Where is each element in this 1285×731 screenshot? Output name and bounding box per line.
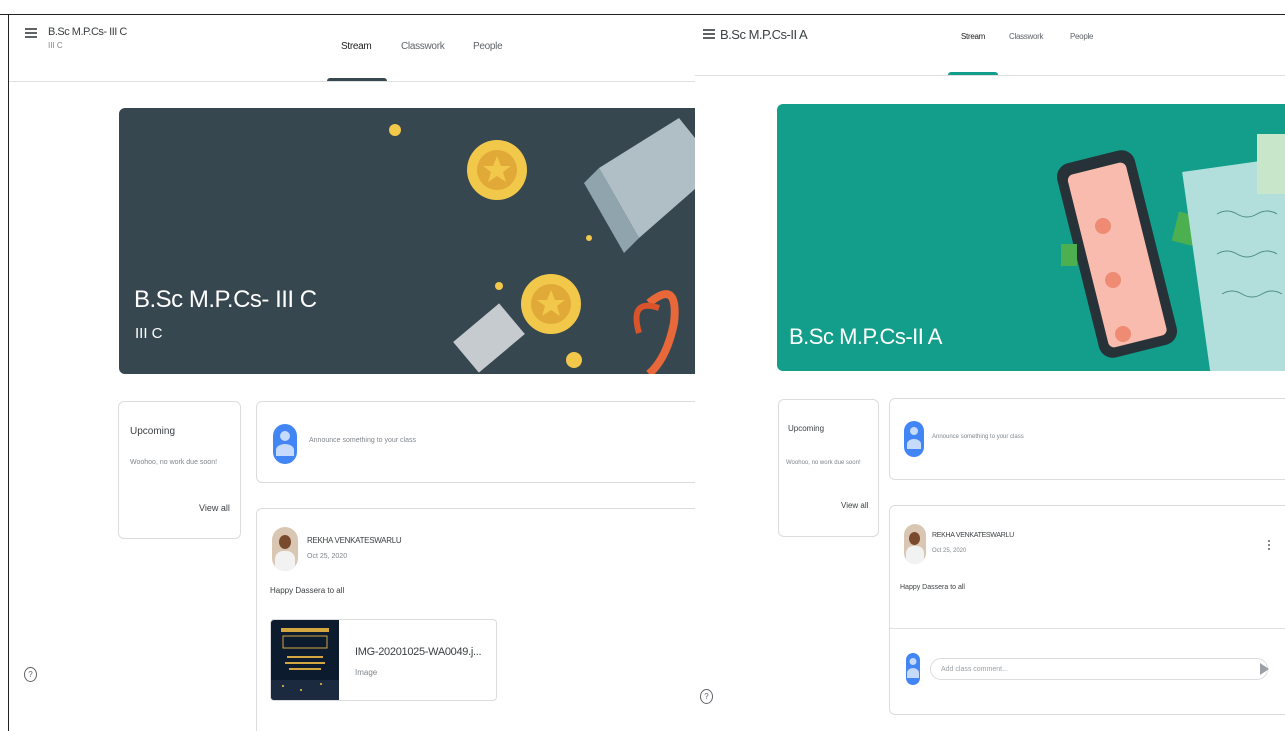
post-date: Oct 25, 2020 xyxy=(932,548,967,554)
tab-stream[interactable]: Stream xyxy=(341,41,372,52)
announce-placeholder: Announce something to your class xyxy=(309,437,417,444)
active-tab-indicator xyxy=(948,72,998,75)
class-title[interactable]: B.Sc M.P.Cs-II A xyxy=(720,27,808,42)
active-tab-indicator xyxy=(327,78,387,81)
top-app-bar: B.Sc M.P.Cs-II A Stream Classwork People xyxy=(695,15,1285,76)
post-author: REKHA VENKATESWARLU xyxy=(932,532,1014,539)
banner-illustration xyxy=(389,118,695,374)
banner-title[interactable]: B.Sc M.P.Cs-II A xyxy=(789,324,942,350)
comment-input[interactable]: Add class comment... xyxy=(930,658,1268,680)
class-banner: B.Sc M.P.Cs- III C III C xyxy=(119,108,695,374)
comment-section: Add class comment... xyxy=(890,628,1285,715)
view-all-link[interactable]: View all xyxy=(199,503,230,513)
tab-classwork[interactable]: Classwork xyxy=(1009,32,1044,41)
upcoming-title: Upcoming xyxy=(788,424,825,433)
author-avatar xyxy=(904,524,926,564)
stream-post: REKHA VENKATESWARLU Oct 25, 2020 Happy D… xyxy=(256,508,695,731)
announce-placeholder: Announce something to your class xyxy=(932,434,1024,440)
send-icon[interactable] xyxy=(1260,663,1269,675)
post-text: Happy Dassera to all xyxy=(270,586,345,595)
class-section: III C xyxy=(48,41,63,50)
author-avatar xyxy=(272,527,298,571)
help-icon[interactable]: ? xyxy=(24,667,37,682)
upcoming-card: Upcoming Woohoo, no work due soon! View … xyxy=(118,401,241,539)
tab-classwork[interactable]: Classwork xyxy=(401,41,445,52)
hamburger-menu-icon[interactable] xyxy=(703,29,715,39)
banner-subtitle: III C xyxy=(135,325,163,342)
attachment-thumbnail xyxy=(271,620,339,700)
attachment-name: IMG-20201025-WA0049.j... xyxy=(355,646,482,658)
attachment-type: Image xyxy=(355,668,378,677)
announce-box[interactable]: Announce something to your class xyxy=(889,398,1285,480)
classroom-window-right: B.Sc M.P.Cs-II A Stream Classwork People… xyxy=(695,15,1285,731)
banner-title[interactable]: B.Sc M.P.Cs- III C xyxy=(134,286,317,314)
upcoming-card: Upcoming Woohoo, no work due soon! View … xyxy=(778,399,879,537)
user-avatar-icon xyxy=(904,421,924,457)
announce-box[interactable]: Announce something to your class xyxy=(256,401,695,483)
post-author: REKHA VENKATESWARLU xyxy=(307,536,402,545)
attachment-card[interactable]: IMG-20201025-WA0049.j... Image xyxy=(270,619,497,701)
more-options-icon[interactable] xyxy=(1268,540,1271,552)
class-title[interactable]: B.Sc M.P.Cs- III C xyxy=(48,26,127,38)
top-app-bar: B.Sc M.P.Cs- III C III C Stream Classwor… xyxy=(9,15,695,82)
hamburger-menu-icon[interactable] xyxy=(25,28,37,38)
tab-stream[interactable]: Stream xyxy=(961,32,985,41)
view-all-link[interactable]: View all xyxy=(841,501,868,510)
commenter-avatar-icon xyxy=(906,653,920,685)
tab-people[interactable]: People xyxy=(473,41,503,52)
upcoming-title: Upcoming xyxy=(130,426,176,437)
tab-people[interactable]: People xyxy=(1070,32,1093,41)
upcoming-empty-text: Woohoo, no work due soon! xyxy=(130,459,218,466)
post-text: Happy Dassera to all xyxy=(900,584,965,591)
class-banner: B.Sc M.P.Cs-II A xyxy=(777,104,1285,371)
upcoming-empty-text: Woohoo, no work due soon! xyxy=(786,460,861,466)
greeting-image-icon xyxy=(271,628,339,700)
classroom-window-left: B.Sc M.P.Cs- III C III C Stream Classwor… xyxy=(9,15,695,731)
user-avatar-icon xyxy=(273,424,297,464)
post-date: Oct 25, 2020 xyxy=(307,553,348,560)
stream-post: REKHA VENKATESWARLU Oct 25, 2020 Happy D… xyxy=(889,505,1285,715)
help-icon[interactable]: ? xyxy=(700,689,713,704)
